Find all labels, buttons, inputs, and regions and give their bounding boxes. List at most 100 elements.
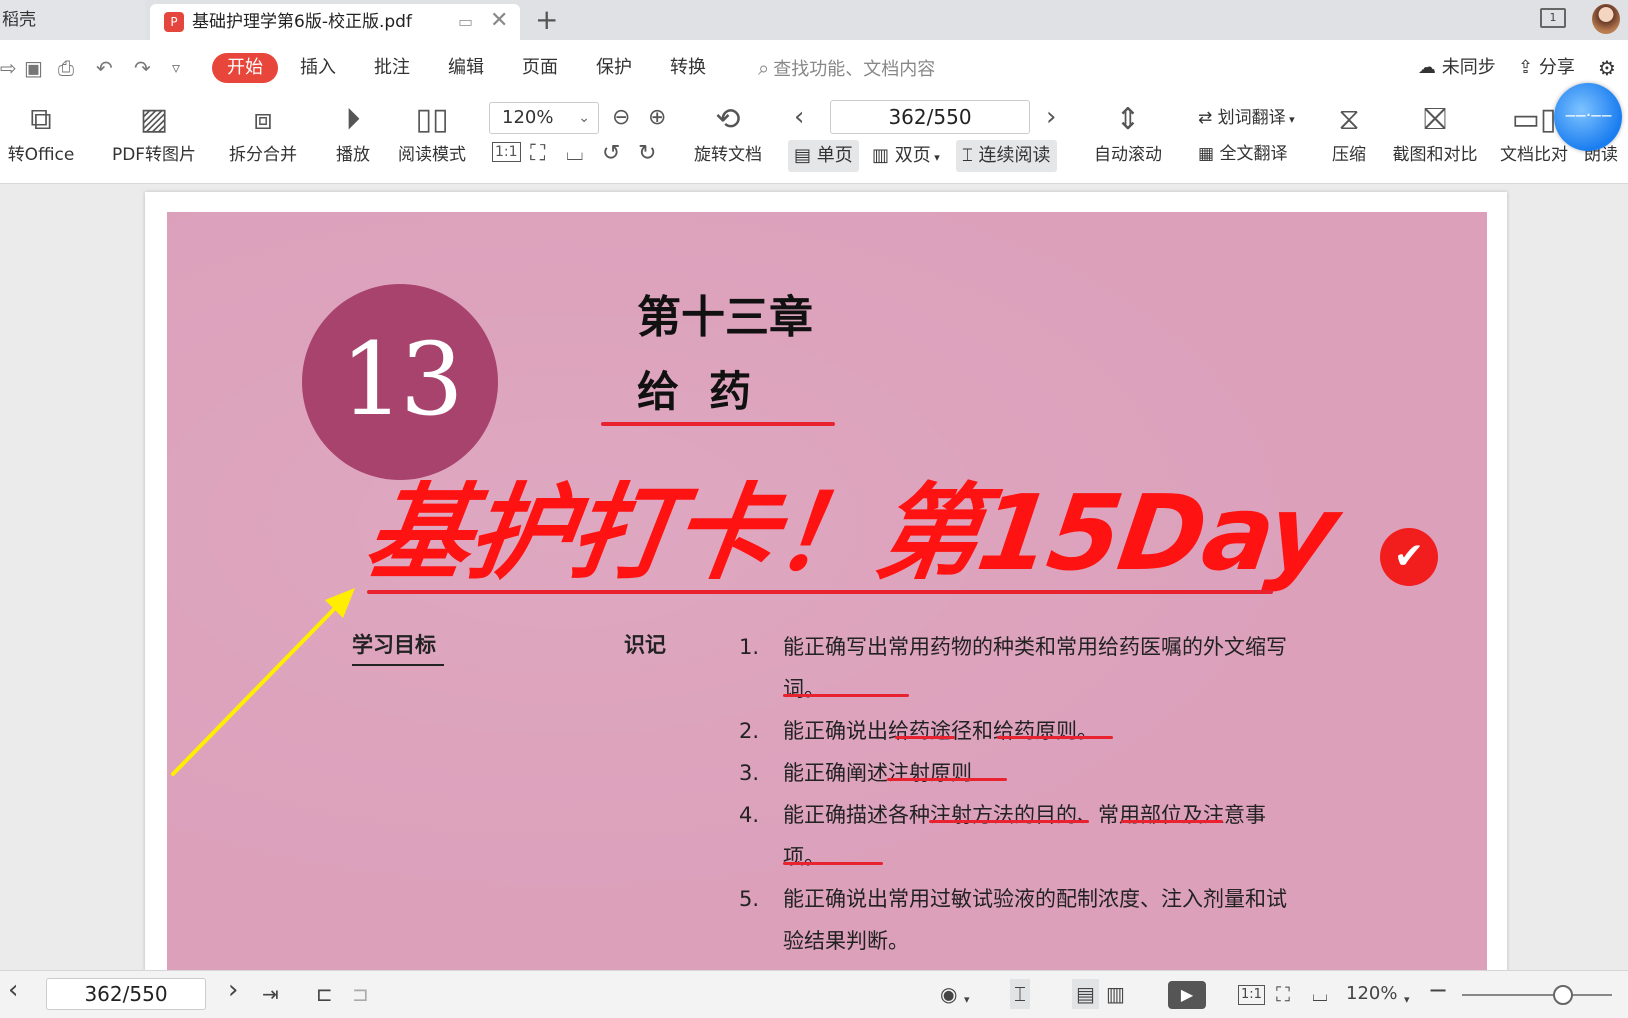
- window-switch-icon[interactable]: 1: [1540, 8, 1566, 28]
- last-page-icon[interactable]: ⇥: [262, 979, 279, 1009]
- settings-gear-icon[interactable]: ⚙: [1598, 54, 1616, 82]
- fit-page-icon[interactable]: ⛶: [1276, 979, 1290, 1009]
- share-icon: ⇪: [1518, 57, 1534, 78]
- forward-icon[interactable]: ⊐: [352, 979, 369, 1009]
- annotation-underline: [887, 778, 1007, 781]
- word-translate-button[interactable]: ⇄ 划词翻译 ▾: [1198, 104, 1295, 134]
- quick-access-dropdown-icon[interactable]: ▿: [172, 56, 180, 80]
- full-translate-button[interactable]: ▦ 全文翻译: [1198, 140, 1287, 168]
- tab-document[interactable]: P 基础护理学第6版-校正版.pdf ▭ ✕: [150, 4, 520, 40]
- redo-icon[interactable]: ↷: [134, 56, 151, 80]
- tab-document-title: 基础护理学第6版-校正版.pdf: [192, 12, 412, 32]
- compress-icon: ⧖: [1338, 102, 1360, 137]
- new-tab-button[interactable]: +: [535, 2, 558, 38]
- status-zoom-value[interactable]: 120%: [1346, 979, 1397, 1009]
- stamp-underline: [367, 590, 1273, 594]
- annotation-underline: [997, 736, 1113, 739]
- double-page-button[interactable]: ▥ 双页 ▾: [866, 140, 946, 172]
- yellow-arrow-annotation: [171, 588, 355, 776]
- zoom-out-icon[interactable]: −: [1428, 975, 1448, 1005]
- zoom-out-icon[interactable]: ⊖: [612, 104, 630, 132]
- annotation-underline: [1121, 820, 1223, 823]
- actual-size-icon[interactable]: 1:1: [492, 142, 521, 162]
- goal-text: 能正确描述各种注射方法的目的、常用部位及注意事项。: [783, 803, 1266, 869]
- rotate-left-icon[interactable]: ↺: [602, 140, 620, 168]
- search-input[interactable]: ⌕ 查找功能、文档内容: [758, 54, 935, 84]
- rotate-doc-label: 旋转文档: [694, 145, 762, 165]
- pdf-to-image-label: PDF转图片: [111, 145, 197, 165]
- screenshot-icon: ⛝: [1423, 102, 1447, 137]
- search-icon: ⌕: [758, 56, 770, 80]
- auto-scroll-button[interactable]: ⇕ 自动滚动: [1082, 98, 1174, 168]
- menu-convert[interactable]: 转换: [670, 54, 706, 82]
- tab-close-icon[interactable]: ✕: [490, 8, 508, 34]
- goal-number: 2.: [739, 719, 760, 743]
- checkmark-icon: ✔: [1380, 528, 1438, 586]
- menu-edit[interactable]: 编辑: [448, 54, 484, 82]
- next-page-icon[interactable]: ›: [1046, 102, 1056, 132]
- page-number-input[interactable]: 362/550: [830, 100, 1030, 134]
- fit-page-icon[interactable]: ⛶: [530, 140, 545, 168]
- back-icon[interactable]: ⊏: [316, 979, 333, 1009]
- compress-button[interactable]: ⧖ 压缩: [1326, 98, 1372, 168]
- checkin-stamp-text: 基护打卡！第15Day: [358, 472, 1344, 594]
- save-icon[interactable]: ▣: [24, 56, 43, 80]
- split-merge-button[interactable]: ⧈ 拆分合并: [220, 98, 306, 168]
- menu-protect[interactable]: 保护: [596, 54, 632, 82]
- zoom-slider-track[interactable]: [1462, 994, 1612, 996]
- prev-page-icon[interactable]: ‹: [8, 975, 18, 1005]
- floating-assistant-icon[interactable]: ‒‒·‒‒: [1554, 83, 1622, 151]
- single-page-button[interactable]: ▤ 单页: [788, 140, 859, 172]
- zoom-select[interactable]: 120% ⌄: [489, 102, 599, 134]
- to-office-icon: ⧉: [30, 102, 52, 137]
- rotate-doc-button[interactable]: ⟲ 旋转文档: [686, 98, 770, 168]
- annotation-underline: [895, 736, 955, 739]
- pdf-to-image-button[interactable]: ▨ PDF转图片: [108, 98, 200, 168]
- play-icon[interactable]: ▶: [1168, 981, 1206, 1009]
- cloud-sync-button[interactable]: ☁ 未同步: [1418, 54, 1496, 82]
- zoom-value: 120%: [502, 107, 554, 128]
- zoom-slider-handle[interactable]: [1553, 985, 1573, 1005]
- monitor-icon[interactable]: ▭: [458, 12, 473, 31]
- status-page-input[interactable]: 362/550: [46, 978, 206, 1010]
- prev-page-icon[interactable]: ‹: [794, 102, 804, 132]
- zoom-in-icon[interactable]: ⊕: [648, 104, 666, 132]
- actual-size-icon[interactable]: 1:1: [1238, 985, 1265, 1005]
- menu-comment[interactable]: 批注: [374, 54, 410, 82]
- rotate-right-icon[interactable]: ↻: [638, 140, 656, 168]
- list-item: 1. 能正确写出常用药物的种类和常用给药医嘱的外文缩写词。: [739, 626, 1299, 710]
- open-icon[interactable]: ⇨: [0, 56, 17, 80]
- to-office-button[interactable]: ⧉ 转Office: [0, 98, 86, 168]
- tab-home[interactable]: 稻壳: [0, 0, 145, 40]
- goal-text: 能正确说出给药途径和给药原则。: [783, 719, 1098, 743]
- continuous-icon: ⌶: [962, 145, 973, 166]
- menu-insert[interactable]: 插入: [300, 54, 336, 82]
- double-page-label: 双页: [894, 145, 931, 166]
- split-merge-label: 拆分合并: [229, 145, 297, 165]
- read-mode-button[interactable]: ▯▯ 阅读模式: [392, 98, 472, 168]
- double-page-icon: ▥: [872, 145, 890, 166]
- double-page-view-icon[interactable]: ▥: [1106, 979, 1125, 1009]
- play-button[interactable]: ⏵ 播放: [330, 98, 376, 168]
- undo-icon[interactable]: ↶: [96, 56, 113, 80]
- menu-page[interactable]: 页面: [522, 54, 558, 82]
- eye-dropdown-icon[interactable]: ▾: [964, 985, 970, 1015]
- share-button[interactable]: ⇪ 分享: [1518, 54, 1575, 82]
- avatar[interactable]: [1592, 4, 1620, 34]
- fit-width-icon[interactable]: ⌴: [1312, 979, 1328, 1009]
- menu-start[interactable]: 开始: [212, 53, 278, 83]
- document-viewer[interactable]: 13 第十三章 给药 基护打卡！第15Day ✔ 学习目标 识记 1. 能正确写出…: [0, 184, 1628, 992]
- list-item: 5. 能正确说出常用过敏试验液的配制浓度、注入剂量和试验结果判断。: [739, 878, 1299, 962]
- continuous-view-icon[interactable]: ⌶: [1010, 979, 1030, 1009]
- continuous-read-button[interactable]: ⌶ 连续阅读: [956, 140, 1057, 172]
- print-icon[interactable]: ⎙: [58, 56, 74, 80]
- ribbon-toolbar: ⧉ 转Office ▨ PDF转图片 ⧈ 拆分合并 ⏵ 播放 ▯▯ 阅读模式 1…: [0, 96, 1628, 184]
- next-page-icon[interactable]: ›: [228, 975, 238, 1005]
- pdf-page: 13 第十三章 给药 基护打卡！第15Day ✔ 学习目标 识记 1. 能正确写出…: [145, 192, 1507, 992]
- fit-width-icon[interactable]: ⌴: [566, 140, 584, 168]
- single-page-view-icon[interactable]: ▤: [1072, 979, 1099, 1009]
- screenshot-compare-button[interactable]: ⛝ 截图和对比: [1388, 98, 1482, 168]
- word-translate-label: 划词翻译: [1217, 108, 1286, 128]
- eye-protect-icon[interactable]: ◉: [940, 979, 957, 1009]
- zoom-dropdown-icon[interactable]: ▾: [1404, 985, 1410, 1015]
